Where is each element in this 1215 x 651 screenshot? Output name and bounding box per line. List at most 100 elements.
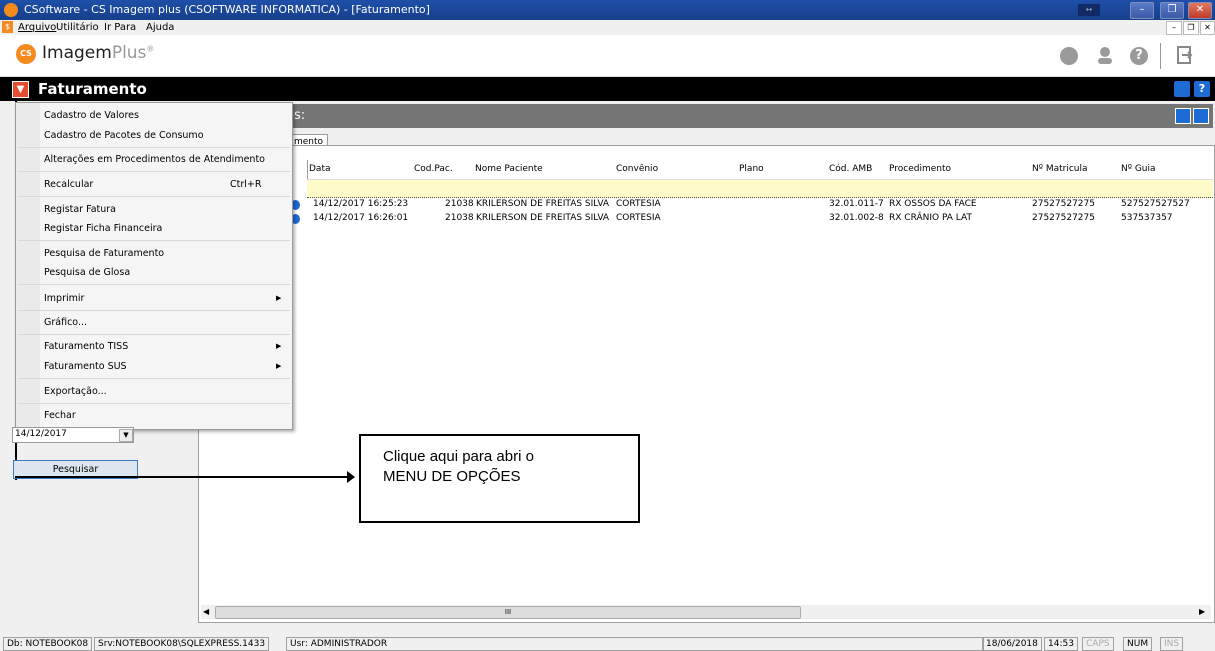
- menu-item-pesquisa-faturamento[interactable]: Pesquisa de Faturamento: [44, 248, 164, 259]
- app-icon: [4, 3, 18, 17]
- menu-separator: [18, 284, 290, 285]
- menu-separator: [18, 310, 290, 311]
- support-icon[interactable]: [1095, 45, 1115, 65]
- help-button[interactable]: ?: [1194, 81, 1210, 97]
- cell-matricula: 27527527275: [1032, 199, 1095, 209]
- horizontal-scrollbar[interactable]: ◀ III ▶: [201, 605, 1211, 619]
- mdi-close-button[interactable]: ✕: [1200, 21, 1215, 35]
- menu-separator: [18, 403, 290, 404]
- menu-separator: [18, 147, 290, 148]
- logo-bar: CS ImagemPlus® ?: [0, 35, 1215, 77]
- menu-item-faturamento-tiss[interactable]: Faturamento TISS: [44, 341, 128, 352]
- menu-item-cadastro-valores[interactable]: Cadastro de Valores: [44, 110, 139, 121]
- brand-name: ImagemPlus®: [42, 43, 155, 63]
- instruction-callout: Clique aqui para abri o MENU DE OPÇÕES: [359, 434, 640, 523]
- menu-gutter: [16, 103, 40, 429]
- scroll-right-icon[interactable]: ▶: [1199, 607, 1205, 616]
- status-time: 14:53: [1044, 637, 1078, 651]
- child-window-icon: $: [2, 21, 13, 33]
- globe-icon[interactable]: [1060, 47, 1078, 65]
- menu-separator: [18, 171, 290, 172]
- menu-separator: [18, 334, 290, 335]
- col-nome[interactable]: Nome Paciente: [475, 164, 543, 174]
- status-usr: Usr: ADMINISTRADOR: [286, 637, 984, 651]
- menu-item-grafico[interactable]: Gráfico...: [44, 317, 87, 328]
- mdi-minimize-button[interactable]: –: [1166, 21, 1182, 35]
- cell-nome: KRILERSON DE FREITAS SILVA: [476, 213, 610, 223]
- refresh-icon[interactable]: [1174, 81, 1190, 97]
- menu-separator: [18, 240, 290, 241]
- scroll-thumb[interactable]: III: [215, 606, 801, 619]
- brand-name-part2: Plus: [111, 43, 147, 63]
- cell-guia: 527527527527: [1121, 199, 1190, 209]
- menu-item-recalcular[interactable]: Recalcular: [44, 179, 93, 190]
- menu-arquivo[interactable]: Arquivo: [18, 22, 56, 33]
- menu-separator: [18, 196, 290, 197]
- cell-amb: 32.01.002-8: [829, 213, 884, 223]
- table-row[interactable]: 14/12/2017 16:25:23 21038 KRILERSON DE F…: [291, 199, 1213, 211]
- cell-convenio: CORTESIA: [616, 199, 661, 209]
- mdi-restore-button[interactable]: ❐: [1183, 21, 1199, 35]
- cell-procedimento: RX OSSOS DA FACE: [889, 199, 977, 209]
- maximize-button[interactable]: ❐: [1160, 2, 1184, 19]
- menu-item-exportacao[interactable]: Exportação...: [44, 386, 107, 397]
- module-menu-button[interactable]: ▼: [12, 81, 29, 98]
- cell-matricula: 27527527275: [1032, 213, 1095, 223]
- date-field[interactable]: 14/12/2017 ▼: [12, 427, 134, 443]
- col-guia[interactable]: Nº Guia: [1121, 164, 1156, 174]
- callout-line1: Clique aqui para abri o: [383, 448, 534, 465]
- filter-row[interactable]: [307, 179, 1213, 198]
- menu-item-imprimir[interactable]: Imprimir: [44, 293, 84, 304]
- dropdown-arrow-icon[interactable]: ▼: [119, 429, 133, 442]
- menu-item-alteracoes[interactable]: Alterações em Procedimentos de Atendimen…: [44, 154, 265, 165]
- col-data[interactable]: Data: [309, 164, 331, 174]
- menu-ajuda[interactable]: Ajuda: [146, 22, 174, 33]
- logout-icon[interactable]: [1176, 45, 1194, 65]
- col-amb[interactable]: Cód. AMB: [829, 164, 872, 174]
- menu-item-registar-fatura[interactable]: Registar Fatura: [44, 204, 116, 215]
- menu-item-cadastro-pacotes[interactable]: Cadastro de Pacotes de Consumo: [44, 130, 204, 141]
- submenu-arrow-icon: ▶: [276, 342, 282, 350]
- col-codpac[interactable]: Cod.Pac.: [414, 164, 453, 174]
- menu-ir-para[interactable]: Ir Para: [104, 22, 136, 33]
- menu-item-faturamento-sus[interactable]: Faturamento SUS: [44, 361, 127, 372]
- menu-separator: [18, 378, 290, 379]
- col-convenio[interactable]: Convênio: [616, 164, 658, 174]
- status-caps: CAPS: [1082, 637, 1114, 651]
- status-date: 18/06/2018: [982, 637, 1042, 651]
- table-row[interactable]: 14/12/2017 16:26:01 21038 KRILERSON DE F…: [291, 213, 1213, 225]
- close-button[interactable]: ✕: [1188, 2, 1212, 19]
- minimize-button[interactable]: –: [1130, 2, 1154, 19]
- results-grid: Data Cod.Pac. Nome Paciente Convênio Pla…: [198, 145, 1215, 623]
- window-titlebar: CSoftware - CS Imagem plus (CSOFTWARE IN…: [0, 0, 1215, 20]
- help-icon[interactable]: ?: [1130, 47, 1148, 65]
- divider: [1160, 43, 1161, 69]
- callout-line2: MENU DE OPÇÕES: [383, 468, 521, 485]
- cell-codpac: 21038: [445, 213, 474, 223]
- status-bar: Db: NOTEBOOK08 Srv:NOTEBOOK08\SQLEXPRESS…: [0, 636, 1215, 651]
- submenu-arrow-icon: ▶: [276, 362, 282, 370]
- cell-nome: KRILERSON DE FREITAS SILVA: [476, 199, 610, 209]
- menu-utilitario[interactable]: Utilitário: [56, 22, 99, 33]
- section-header: os:: [282, 104, 1213, 128]
- col-plano[interactable]: Plano: [739, 164, 764, 174]
- options-menu: Cadastro de Valores Cadastro de Pacotes …: [15, 102, 293, 430]
- menu-item-registar-ficha[interactable]: Registar Ficha Financeira: [44, 223, 162, 234]
- module-header: ▼ Faturamento ?: [0, 77, 1215, 101]
- cell-amb: 32.01.011-7: [829, 199, 884, 209]
- cell-data: 14/12/2017 16:25:23: [313, 199, 409, 209]
- scroll-left-icon[interactable]: ◀: [203, 607, 209, 616]
- section-restore-button[interactable]: [1175, 108, 1191, 124]
- col-procedimento[interactable]: Procedimento: [889, 164, 951, 174]
- cell-procedimento: RX CRÂNIO PA LAT: [889, 213, 972, 223]
- section-minimize-button[interactable]: [1193, 108, 1209, 124]
- resize-icon: ↔: [1078, 4, 1100, 16]
- brand-logo: CS: [16, 44, 36, 64]
- cell-convenio: CORTESIA: [616, 213, 661, 223]
- menu-item-fechar[interactable]: Fechar: [44, 410, 76, 421]
- cell-data: 14/12/2017 16:26:01: [313, 213, 409, 223]
- window-title: CSoftware - CS Imagem plus (CSOFTWARE IN…: [24, 3, 430, 16]
- col-matricula[interactable]: Nº Matricula: [1032, 164, 1088, 174]
- menu-item-pesquisa-glosa[interactable]: Pesquisa de Glosa: [44, 267, 130, 278]
- module-title: Faturamento: [38, 80, 147, 98]
